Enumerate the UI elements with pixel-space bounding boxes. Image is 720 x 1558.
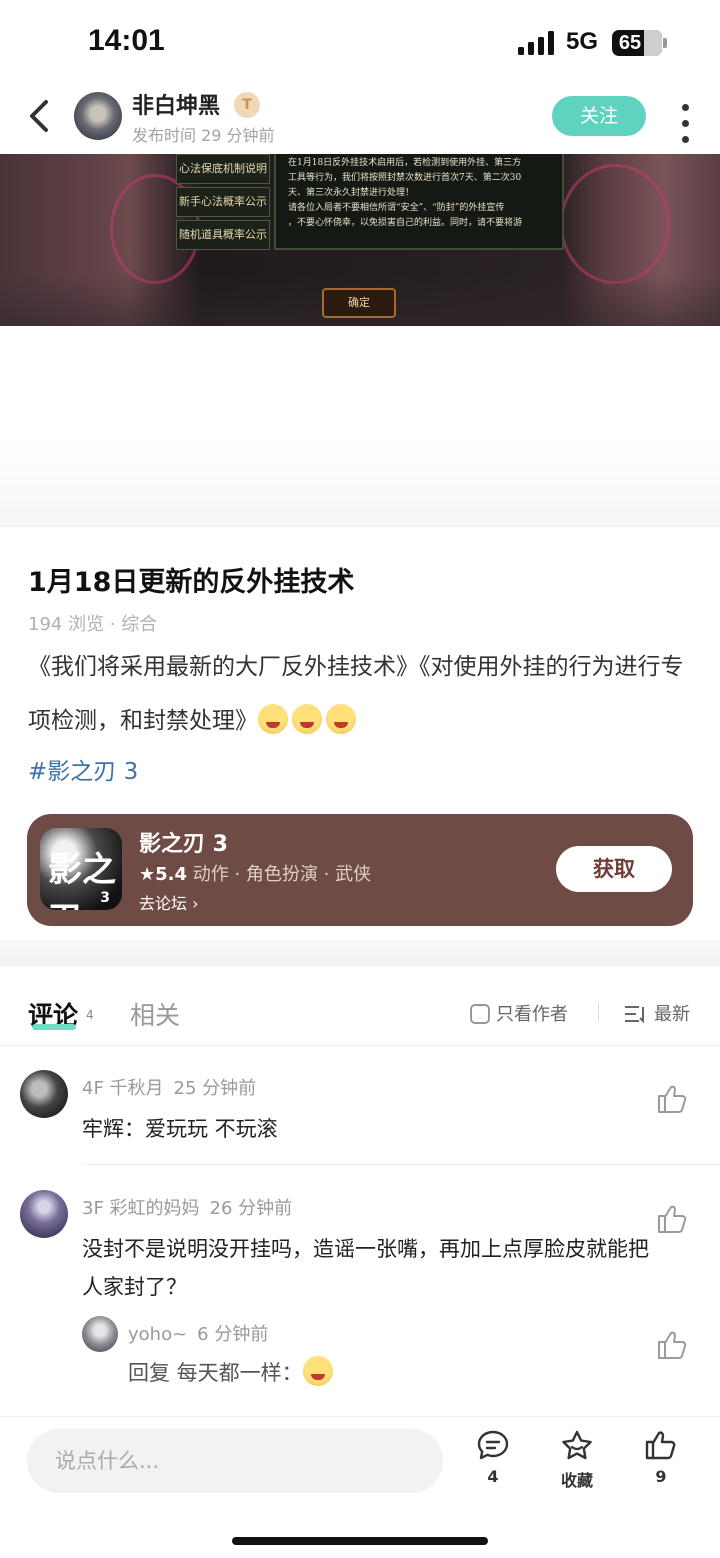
network-type: 5G <box>566 28 599 55</box>
game-tags: ★5.4 动作 · 角色扮演 · 武侠 <box>139 860 371 886</box>
comment-floor-user[interactable]: 3F 彩虹的妈妈 <box>82 1198 200 1219</box>
more-options-icon[interactable] <box>674 100 696 143</box>
thumbs-up-icon[interactable] <box>656 1204 688 1234</box>
status-bar: 14:01 5G 65 <box>0 0 720 82</box>
game-name: 影之刃 3 <box>139 832 228 857</box>
comment-tabs: 评论 4 相关 只看作者 最新 <box>0 966 720 1046</box>
game-card[interactable]: 影之刃 3 影之刃 3 ★5.4 动作 · 角色扮演 · 武侠 去论坛 › 获取 <box>27 814 693 926</box>
comments-count: 4 <box>86 1008 94 1022</box>
comment-time: 25 分钟前 <box>173 1078 257 1099</box>
author-level-badge: T <box>234 92 260 118</box>
back-arrow-icon[interactable] <box>22 94 62 138</box>
post-title: 1月18日更新的反外挂技术 <box>28 567 355 598</box>
comment-header: 4F 千秋月 25 分钟前 <box>82 1074 256 1100</box>
image-confirm-button: 确定 <box>322 288 396 318</box>
game-icon: 影之刃 3 <box>40 828 122 910</box>
sort-label: 最新 <box>654 1004 690 1025</box>
comment-time: 26 分钟前 <box>209 1198 293 1219</box>
emoji-icon <box>292 704 322 734</box>
image-notice-line: 天、第三次永久封禁进行处理！ <box>288 188 415 198</box>
reply-avatar[interactable] <box>82 1316 118 1352</box>
favorite-button[interactable]: 收藏 <box>547 1429 607 1491</box>
image-notice-line: 工具等行为，我们将按照封禁次数进行首次7天、第二次30 <box>288 173 522 183</box>
comment-bubble-icon <box>477 1430 509 1460</box>
comment-count: 4 <box>487 1467 499 1486</box>
game-icon-number: 3 <box>100 890 110 906</box>
image-menu-item: 心法保底机制说明 <box>176 154 270 184</box>
sort-newest-button[interactable]: 最新 <box>624 1000 690 1026</box>
emoji-row <box>258 704 360 734</box>
game-icon-title: 影之刃 <box>48 850 116 910</box>
emoji-icon <box>258 704 288 734</box>
comment-text[interactable]: 牢辉：爱玩玩 不玩滚 <box>82 1110 652 1148</box>
battery-nub <box>663 38 667 48</box>
comment-floor-user[interactable]: 4F 千秋月 <box>82 1078 164 1099</box>
game-forum-link[interactable]: 去论坛 › <box>139 890 199 914</box>
image-notice-panel: 在1月18日反外挂技术启用后，若检测到使用外挂、第三方 工具等行为，我们将按照封… <box>274 154 564 250</box>
emoji-icon <box>326 704 356 734</box>
reply-text[interactable]: 回复 每天都一样： <box>128 1354 648 1392</box>
get-game-button[interactable]: 获取 <box>556 846 672 892</box>
comment-header: 3F 彩虹的妈妈 26 分钟前 <box>82 1194 292 1220</box>
like-button[interactable]: 9 <box>631 1429 691 1486</box>
post-meta: 194 浏览 · 综合 <box>28 614 158 635</box>
follow-button[interactable]: 关注 <box>552 96 646 136</box>
thumbs-up-icon[interactable] <box>656 1330 688 1360</box>
filter-separator <box>598 1002 599 1022</box>
reply-user[interactable]: yoho~ <box>128 1324 187 1345</box>
image-notice-line: 请各位入局者不要相信所谓“安全”、“防封”的外挂宣传 <box>288 203 505 213</box>
only-author-label: 只看作者 <box>496 1004 568 1025</box>
like-count: 9 <box>655 1467 667 1486</box>
battery-level: 65 <box>618 32 642 54</box>
checkbox-icon <box>470 1004 490 1024</box>
comment-divider <box>82 1164 720 1165</box>
signal-icon <box>518 31 554 55</box>
favorite-label: 收藏 <box>560 1471 593 1490</box>
commenter-avatar[interactable] <box>20 1070 68 1118</box>
post-header: 非白坤黑 T 发布时间 29 分钟前 关注 <box>0 82 720 154</box>
laughing-emoji-icon <box>302 1356 333 1386</box>
image-menu-item: 随机道具概率公示 <box>176 220 270 250</box>
author-name[interactable]: 非白坤黑 <box>132 88 220 120</box>
comment-button[interactable]: 4 <box>463 1429 523 1486</box>
home-indicator <box>232 1537 488 1545</box>
image-blank-area <box>0 326 720 526</box>
image-notice-line: 在1月18日反外挂技术启用后，若检测到使用外挂、第三方 <box>288 158 522 168</box>
sort-list-icon <box>625 1006 644 1023</box>
game-rating: ★5.4 <box>139 864 188 885</box>
image-notice-line: ，不要心怀侥幸，以免损害自己的利益。同时，请不要将游 <box>288 218 523 228</box>
image-menu: 心法保底机制说明 新手心法概率公示 随机道具概率公示 <box>176 154 270 254</box>
thumbs-up-icon <box>645 1431 676 1460</box>
star-icon <box>562 1430 592 1460</box>
bottom-action-bar: 说点什么... 4 收藏 9 <box>0 1416 720 1558</box>
thumbs-up-icon[interactable] <box>656 1084 688 1114</box>
post-content: 《我们将采用最新的大厂反外挂技术》《对使用外挂的行为进行专项检测，和封禁处理》 <box>28 640 698 748</box>
section-gap <box>0 940 720 966</box>
topic-hashtag[interactable]: #影之刃 3 <box>28 752 138 786</box>
comment-text[interactable]: 没封不是说明没开挂吗，造谣一张嘴，再加上点厚脸皮就能把人家封了？ <box>82 1230 652 1306</box>
only-author-toggle[interactable]: 只看作者 <box>470 1000 568 1026</box>
tab-active-underline <box>32 1024 76 1030</box>
image-swirl-decoration <box>560 164 670 284</box>
post-image[interactable]: 心法保底机制说明 新手心法概率公示 随机道具概率公示 在1月18日反外挂技术启用… <box>0 154 720 326</box>
game-genre-tags: 动作 · 角色扮演 · 武侠 <box>187 864 372 885</box>
commenter-avatar[interactable] <box>20 1190 68 1238</box>
reply-header: yoho~ 6 分钟前 <box>128 1320 268 1346</box>
publish-time: 发布时间 29 分钟前 <box>132 126 275 145</box>
status-time: 14:01 <box>88 24 165 57</box>
tab-related[interactable]: 相关 <box>130 996 180 1032</box>
image-menu-item: 新手心法概率公示 <box>176 187 270 217</box>
post-detail-page: 14:01 5G 65 非白坤黑 T 发布时间 29 分钟前 关注 心法保底机制… <box>0 0 720 1558</box>
author-avatar[interactable] <box>74 92 122 140</box>
reply-time: 6 分钟前 <box>197 1324 269 1345</box>
comment-input[interactable]: 说点什么... <box>27 1429 443 1493</box>
divider <box>0 526 720 527</box>
reply-text-content: 回复 每天都一样： <box>128 1361 303 1385</box>
battery-icon: 65 <box>612 30 662 56</box>
